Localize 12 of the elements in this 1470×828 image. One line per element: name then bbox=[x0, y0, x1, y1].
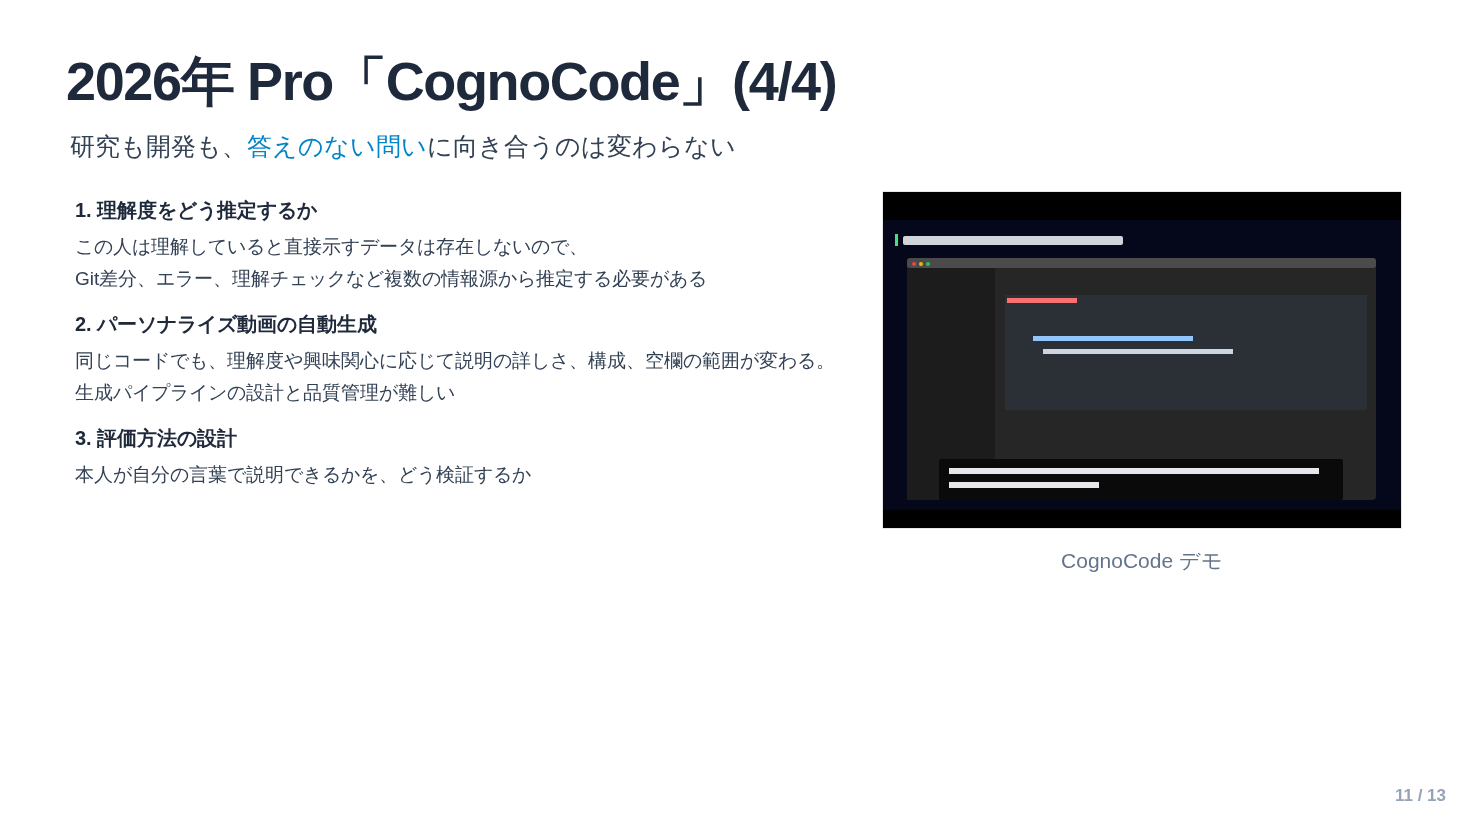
page-number: 11 / 13 bbox=[1394, 784, 1446, 807]
section-heading: 1. 理解度をどう推定するか bbox=[75, 198, 319, 223]
slide-subtitle: 研究も開発も、答えのない問いに向き合うのは変わらない bbox=[69, 130, 737, 162]
body-text: 生成パイプラインの設計と品質管理が難しい bbox=[75, 381, 456, 405]
section-heading: 3. 評価方法の設計 bbox=[75, 426, 239, 451]
body-text: Git差分、エラー、理解チェックなど複数の情報源から推定する必要がある bbox=[75, 267, 709, 291]
body-text: 本人が自分の言葉で説明できるかを、どう検証するか bbox=[75, 463, 532, 487]
section-heading: 2. パーソナライズ動画の自動生成 bbox=[75, 312, 379, 337]
body-text: 同じコードでも、理解度や興味関心に応じて説明の詳しさ、構成、空欄の範囲が変わる。 bbox=[75, 349, 836, 373]
slide-title: 2026年 Pro「CognoCode」(4/4) bbox=[66, 50, 838, 113]
body-text: この人は理解していると直接示すデータは存在しないので、 bbox=[75, 235, 589, 259]
figure-caption: CognoCode デモ bbox=[1061, 548, 1223, 574]
